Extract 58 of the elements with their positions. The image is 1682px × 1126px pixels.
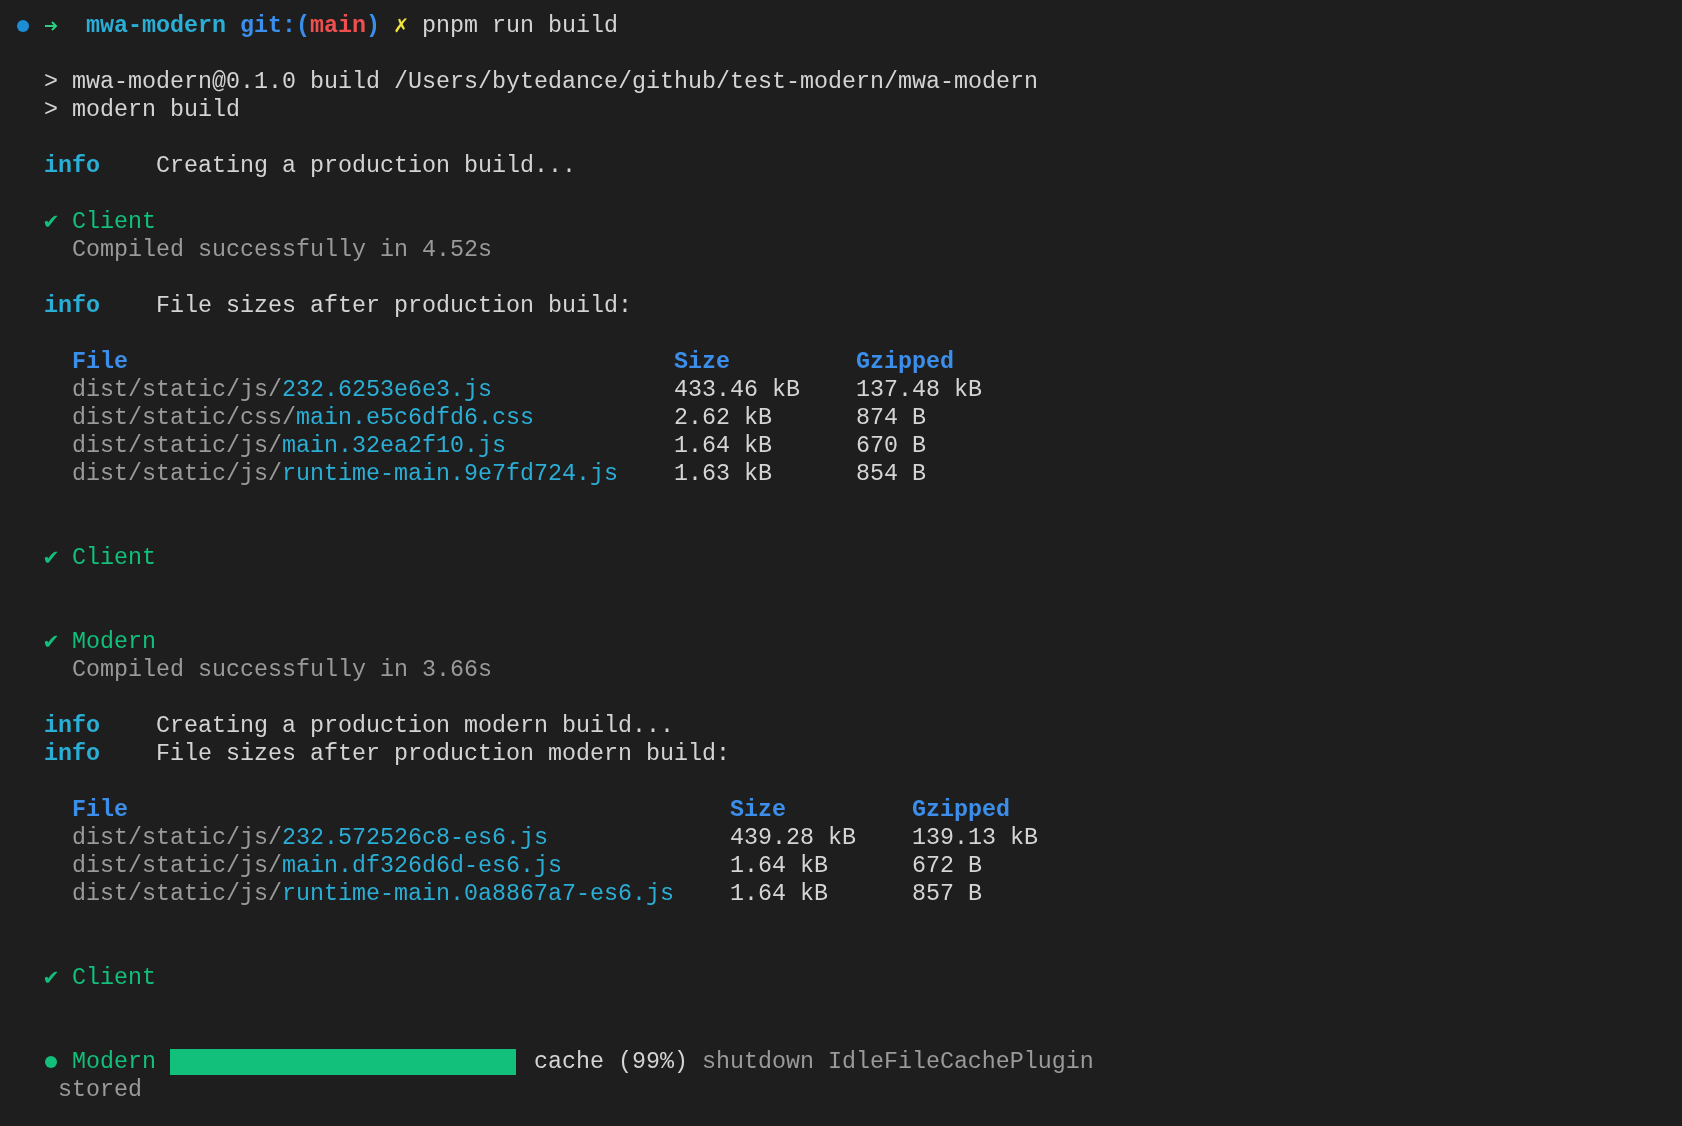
file-size: 1.64 kB — [729, 853, 828, 879]
file-path: dist/static/js/runtime-main.9e7fd724.js — [72, 461, 618, 487]
log-level-label: info — [44, 712, 101, 740]
file-path: dist/static/js/main.df326d6d-es6.js — [72, 853, 562, 879]
column-header: File — [72, 349, 128, 375]
script-output-line: > mwa-modern@0.1.0 build /Users/bytedance/github/test-modern/mwa-modern — [44, 68, 1038, 96]
file-path: dist/static/js/main.32ea2f10.js — [72, 433, 506, 459]
compiler-name: Client — [72, 208, 156, 236]
column-header: Size — [729, 797, 786, 823]
script-output-line: > modern build — [44, 96, 240, 124]
check-mark: ✔ — [44, 628, 59, 656]
file-path: dist/static/css/main.e5c6dfd6.css — [72, 405, 534, 431]
log-message: Creating a production build... — [155, 152, 576, 180]
file-path: dist/static/js/232.572526c8-es6.js — [72, 825, 548, 851]
gzipped-size: 857 B — [911, 880, 982, 908]
command-text: pnpm run build — [421, 12, 618, 40]
gzipped-size: 672 B — [911, 852, 982, 880]
file-path: dist/static/js/runtime-main.0a8867a7-es6.js — [72, 881, 674, 907]
log-level-label: info — [44, 292, 101, 320]
prompt-directory: mwa-modern — [85, 12, 226, 40]
compile-status: Compiled successfully in 3.66s — [72, 656, 492, 684]
compiler-name: Modern — [72, 628, 156, 656]
gzipped-size: 874 B — [855, 404, 926, 432]
check-mark: ✔ — [44, 964, 59, 992]
file-size: 1.63 kB — [673, 461, 772, 487]
file-size: 2.62 kB — [673, 405, 772, 431]
compiler-name: Modern — [71, 1048, 156, 1076]
status-dot-icon — [16, 19, 30, 33]
column-header: Gzipped — [855, 348, 954, 376]
column-header: File — [72, 797, 128, 823]
log-level-label: info — [44, 152, 101, 180]
dirty-mark: ✗ — [393, 12, 408, 40]
git-branch: git:(main) — [239, 12, 380, 40]
check-mark: ✔ — [44, 208, 59, 236]
file-path: dist/static/js/232.6253e6e3.js — [72, 377, 492, 403]
progress-message-continued: stored — [58, 1076, 142, 1104]
column-header: Gzipped — [911, 796, 1010, 824]
gzipped-size: 137.48 kB — [855, 376, 982, 404]
progress-dot-icon — [44, 1055, 58, 1069]
check-mark: ✔ — [44, 544, 59, 572]
compile-status: Compiled successfully in 4.52s — [72, 236, 492, 264]
gzipped-size: 854 B — [855, 460, 926, 488]
log-level-label: info — [44, 740, 101, 768]
file-size: 439.28 kB — [729, 825, 856, 851]
compiler-name: Client — [72, 964, 156, 992]
file-size: 1.64 kB — [729, 881, 828, 907]
file-size: 1.64 kB — [673, 433, 772, 459]
arrow-icon — [44, 19, 60, 33]
file-size: 433.46 kB — [673, 377, 800, 403]
progress-message: shutdown IdleFileCachePlugin — [701, 1048, 1094, 1076]
progress-status: cache (99%) — [533, 1048, 688, 1076]
column-header: Size — [673, 349, 730, 375]
log-message: Creating a production modern build... — [155, 712, 674, 740]
log-message: File sizes after production build: — [155, 292, 632, 320]
log-message: File sizes after production modern build: — [155, 740, 730, 768]
gzipped-size: 139.13 kB — [911, 824, 1038, 852]
compiler-name: Client — [72, 544, 156, 572]
gzipped-size: 670 B — [855, 432, 926, 460]
